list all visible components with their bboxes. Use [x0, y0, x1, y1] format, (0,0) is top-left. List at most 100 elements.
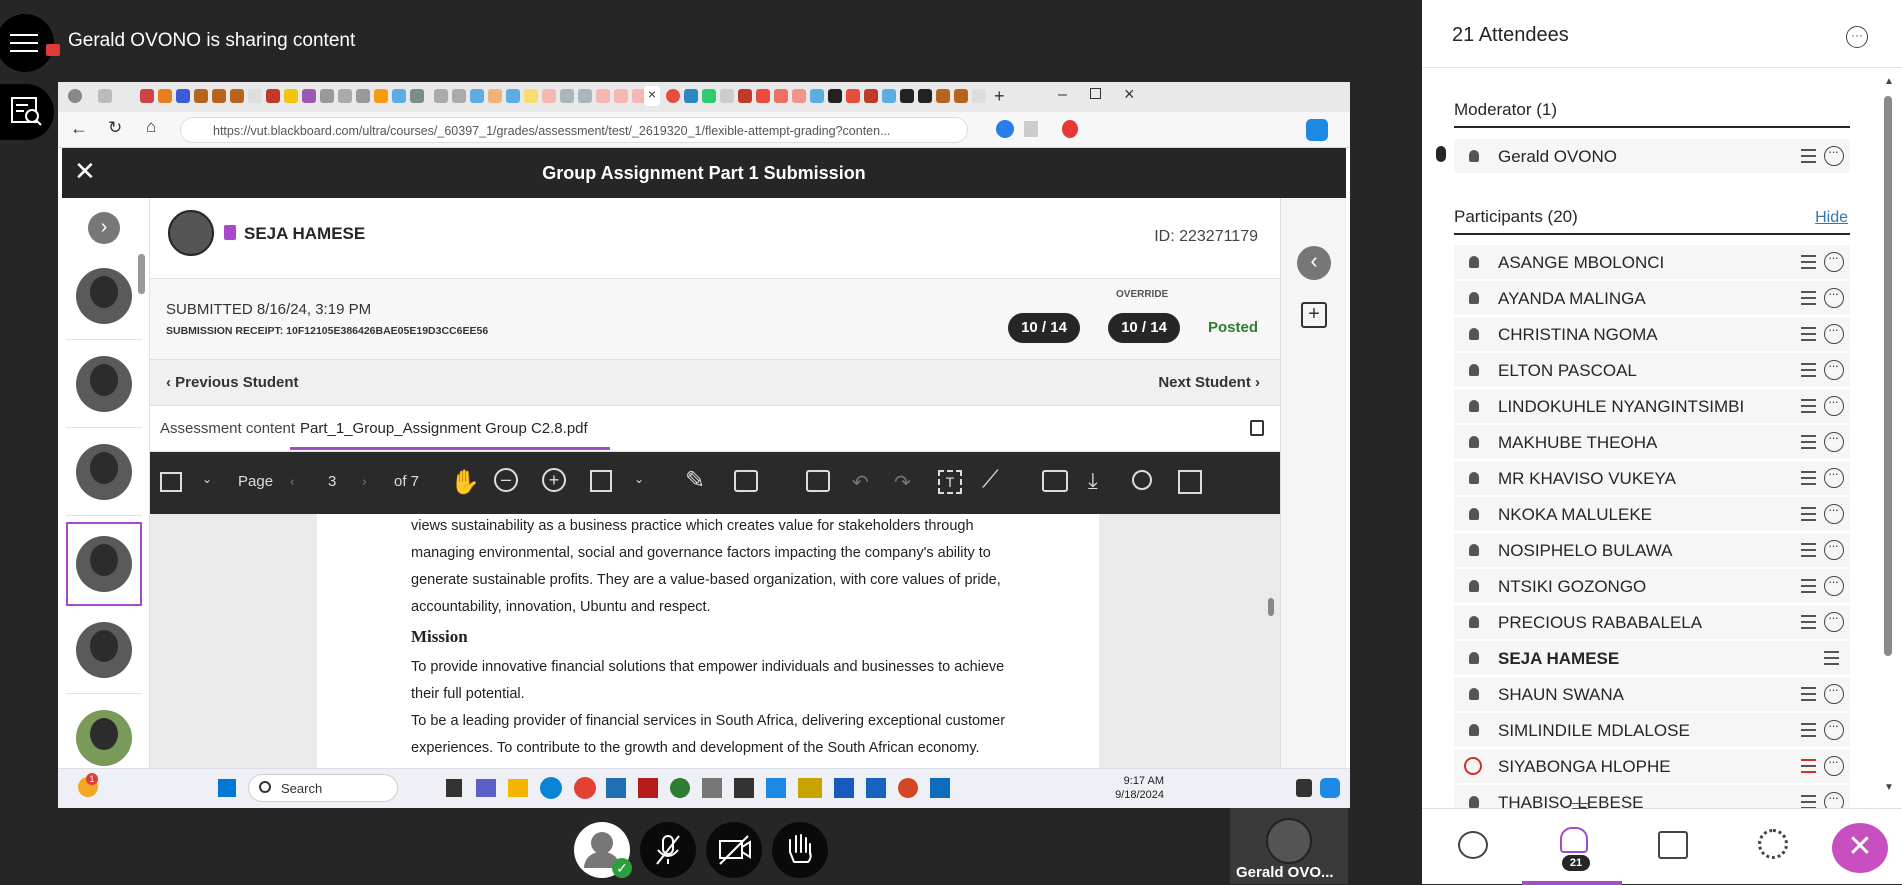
browser-tab-strip[interactable]: × + – × [58, 82, 1350, 112]
app-icon[interactable] [798, 778, 822, 798]
tab-submission-file[interactable]: Part_1_Group_Assignment Group C2.8.pdf [300, 420, 588, 437]
menu-button[interactable] [0, 14, 54, 72]
chrome-icon[interactable] [574, 777, 596, 799]
teams-icon[interactable] [476, 779, 496, 797]
close-panel-button[interactable]: ✕ [1832, 823, 1888, 873]
two-page-view-icon[interactable] [1178, 470, 1202, 494]
more-options-icon[interactable] [1824, 754, 1844, 776]
profile-icon[interactable] [68, 89, 82, 103]
camera-toggle[interactable] [706, 822, 762, 878]
app-icon[interactable] [766, 778, 786, 798]
zoom-in-icon[interactable]: + [542, 468, 566, 492]
student-thumb-selected[interactable] [66, 522, 142, 606]
app-icon[interactable] [638, 778, 658, 798]
chevron-down-icon[interactable]: ⌄ [634, 472, 644, 486]
add-feedback-icon[interactable]: + [1301, 302, 1327, 328]
attendee-row[interactable]: NTSIKI GOZONGO [1454, 569, 1850, 603]
pdf-scrollbar[interactable] [1268, 598, 1274, 616]
outlook-icon[interactable] [930, 778, 950, 798]
undo-icon[interactable]: ↶ [852, 470, 869, 495]
copilot-icon[interactable] [1320, 778, 1340, 798]
more-options-icon[interactable] [1824, 144, 1844, 166]
app-icon[interactable] [734, 778, 754, 798]
attendee-row[interactable]: PRECIOUS RABABALELA [1454, 605, 1850, 639]
task-view-icon[interactable] [446, 779, 462, 797]
attendee-row[interactable]: LINDOKUHLE NYANGINTSIMBI [1454, 389, 1850, 423]
attendee-row[interactable]: ASANGE MBOLONCI [1454, 245, 1850, 279]
more-options-icon[interactable] [1824, 430, 1844, 452]
app-icon[interactable] [670, 778, 690, 798]
fit-page-icon[interactable] [590, 470, 612, 492]
window-close-icon[interactable]: × [1124, 84, 1135, 105]
chevron-left-icon[interactable]: ‹ [1297, 246, 1331, 280]
attendees-tab[interactable]: 21 [1522, 809, 1622, 885]
more-options-icon[interactable] [1824, 538, 1844, 560]
microphone-toggle[interactable] [640, 822, 696, 878]
taskbar-search[interactable]: Search [248, 774, 398, 802]
text-box-icon[interactable]: T [938, 470, 962, 494]
more-options-icon[interactable] [1824, 718, 1844, 740]
zoom-out-icon[interactable]: – [494, 468, 518, 492]
powerpoint-icon[interactable] [898, 778, 918, 798]
close-tab-icon[interactable]: × [644, 86, 660, 106]
panel-options-icon[interactable]: ··· [1846, 26, 1868, 48]
previous-page-icon[interactable]: ‹ [290, 473, 295, 489]
image-icon[interactable] [734, 470, 758, 492]
download-file-icon[interactable] [1250, 420, 1264, 436]
previous-student-link[interactable]: ‹ Previous Student [166, 374, 299, 391]
attendee-row[interactable]: SIMLINDILE MDLALOSE [1454, 713, 1850, 747]
workspaces-icon[interactable] [98, 89, 112, 103]
comment-icon[interactable] [806, 470, 830, 492]
pdf-viewer[interactable]: views sustainability as a business pract… [150, 514, 1280, 808]
attendee-row[interactable]: AYANDA MALINGA [1454, 281, 1850, 315]
pan-hand-icon[interactable]: ✋ [450, 468, 480, 497]
copilot-icon[interactable] [1306, 119, 1328, 141]
attendee-row[interactable]: MAKHUBE THEOHA [1454, 425, 1850, 459]
back-icon[interactable]: ← [70, 118, 88, 139]
chat-tab[interactable] [1422, 809, 1522, 885]
start-icon[interactable] [218, 779, 236, 797]
attendee-row[interactable]: NKOKA MALULEKE [1454, 497, 1850, 531]
store-icon[interactable] [606, 778, 626, 798]
hide-participants-link[interactable]: Hide [1815, 209, 1848, 227]
refresh-icon[interactable]: ↻ [108, 118, 122, 138]
more-options-icon[interactable] [1824, 286, 1844, 308]
word-icon[interactable] [834, 778, 854, 798]
attendee-row[interactable]: SHAUN SWANA [1454, 677, 1850, 711]
my-status-button[interactable]: ✓ [574, 822, 632, 878]
video-tile[interactable]: Gerald OVO... [1230, 808, 1348, 884]
clock-date[interactable]: 9/18/2024 [1084, 789, 1164, 801]
more-options-icon[interactable] [1824, 682, 1844, 704]
reader-icon[interactable] [1024, 121, 1038, 137]
annotate-pen-icon[interactable]: ✎ [685, 466, 705, 495]
more-options-icon[interactable] [1824, 322, 1844, 344]
panel-scrollbar[interactable]: ▲ ▼ [1882, 76, 1894, 802]
app-icon[interactable] [702, 778, 722, 798]
redo-icon[interactable]: ↷ [894, 470, 911, 495]
more-options-icon[interactable] [1824, 610, 1844, 632]
attendee-row[interactable]: CHRISTINA NGOMA [1454, 317, 1850, 351]
share-content-tab[interactable] [1622, 809, 1722, 885]
override-score-pill[interactable]: 10 / 14 [1108, 313, 1180, 343]
download-icon[interactable]: ⤓ [1088, 468, 1098, 494]
raise-hand-button[interactable] [772, 822, 828, 878]
print-icon[interactable] [1042, 470, 1068, 492]
student-thumb[interactable] [66, 610, 142, 694]
student-thumb[interactable] [66, 432, 142, 516]
tab-assessment-content[interactable]: Assessment content [160, 420, 295, 437]
more-options-icon[interactable] [1824, 574, 1844, 596]
student-list-scrollbar[interactable] [138, 254, 145, 294]
edge-icon[interactable] [996, 120, 1014, 138]
chevron-down-icon[interactable]: ⌄ [202, 472, 212, 486]
more-options-icon[interactable] [1824, 394, 1844, 416]
sidebar-toggle-icon[interactable] [160, 472, 182, 492]
student-thumb[interactable] [66, 344, 142, 428]
attendee-row[interactable]: ELTON PASCOAL [1454, 353, 1850, 387]
more-options-icon[interactable] [1824, 358, 1844, 380]
shared-content-tool-button[interactable] [0, 84, 54, 140]
search-icon[interactable] [1132, 470, 1152, 490]
next-student-link[interactable]: Next Student › [1158, 374, 1260, 391]
student-thumb[interactable] [66, 256, 142, 340]
settings-tab[interactable] [1722, 809, 1822, 885]
clock-time[interactable]: 9:17 AM [1084, 775, 1164, 787]
